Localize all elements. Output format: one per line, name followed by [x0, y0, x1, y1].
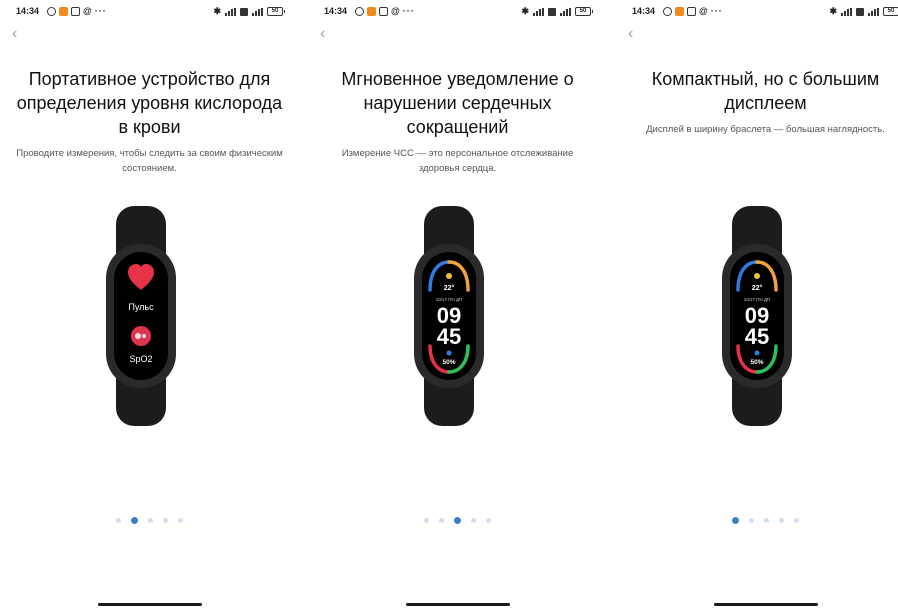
status-bar: 14:34 @ ··· ✱ 50: [16, 6, 285, 20]
page-subtitle: Дисплей в ширину браслета — большая нагл…: [646, 124, 885, 135]
clock-minutes: 45: [745, 324, 769, 349]
more-notifications-icon: ···: [94, 6, 107, 16]
signal-icon-2: [868, 7, 879, 16]
at-icon: @: [391, 6, 400, 16]
back-chevron-icon[interactable]: ‹: [628, 25, 633, 43]
page-dot[interactable]: [454, 517, 461, 524]
status-bar: 14:34 @ ··· ✱ 50: [632, 6, 898, 20]
page-dot[interactable]: [439, 518, 444, 523]
page-subtitle: Измерение ЧСС — это персональное отслежи…: [341, 148, 574, 174]
page-dot[interactable]: [471, 518, 476, 523]
page-dot[interactable]: [163, 518, 168, 523]
fitness-band-image: Пульс SpO2: [84, 206, 204, 426]
page-subtitle: Проводите измерения, чтобы следить за св…: [16, 148, 283, 174]
percent-label: 50%: [750, 359, 763, 366]
signal-icon-2: [560, 7, 571, 16]
page-dot[interactable]: [178, 518, 183, 523]
status-bar: 14:34 @ ··· ✱ 50: [324, 6, 593, 20]
page-indicator: [616, 517, 898, 524]
alarm-icon: [663, 7, 672, 16]
back-chevron-icon[interactable]: ‹: [12, 25, 17, 43]
instagram-icon: [379, 7, 388, 16]
page-title: Компактный, но с большим дисплеем: [651, 69, 880, 113]
temperature: 22°: [752, 284, 763, 292]
page-indicator: [308, 517, 607, 524]
fitness-band-image: 22° 10/17 ПН ДП 09 45 50%: [392, 206, 512, 426]
status-time: 14:34: [632, 6, 656, 16]
onboarding-screen-1: 14:34 @ ··· ✱ 50 ‹ Портативное устройств…: [0, 0, 299, 612]
app-notification-icon: [59, 6, 68, 16]
date-label: 10/17 ПН ДП: [436, 297, 463, 302]
date-label: 10/17 ПН ДП: [744, 297, 771, 302]
weather-icon: [754, 273, 760, 279]
page-dot[interactable]: [148, 518, 153, 523]
at-icon: @: [83, 6, 92, 16]
page-dot[interactable]: [424, 518, 429, 523]
sim-icon: [240, 7, 248, 16]
clock-minutes: 45: [437, 324, 461, 349]
page-dot[interactable]: [131, 517, 138, 524]
instagram-icon: [687, 7, 696, 16]
bluetooth-icon: ✱: [521, 6, 529, 16]
page-dot[interactable]: [749, 518, 754, 523]
page-dot[interactable]: [764, 518, 769, 523]
sim-icon: [856, 7, 864, 16]
more-notifications-icon: ···: [710, 6, 723, 16]
page-dot[interactable]: [779, 518, 784, 523]
instagram-icon: [71, 7, 80, 16]
signal-icon: [225, 7, 236, 16]
page-indicator: [0, 517, 299, 524]
onboarding-screen-3: 14:34 @ ··· ✱ 50 ‹ Компактный, но с боль…: [616, 0, 898, 612]
page-title: Портативное устройство для определения у…: [16, 69, 283, 137]
onboarding-screen-2: 14:34 @ ··· ✱ 50 ‹ Мгновенное уведомлени…: [308, 0, 607, 612]
percent-label: 50%: [442, 359, 455, 366]
signal-icon: [841, 7, 852, 16]
back-chevron-icon[interactable]: ‹: [320, 25, 325, 43]
app-notification-icon: [367, 6, 376, 16]
pulse-label: Пульс: [128, 302, 154, 312]
page-title: Мгновенное уведомление о нарушении серде…: [341, 69, 574, 137]
weather-icon: [446, 273, 452, 279]
status-time: 14:34: [16, 6, 40, 16]
page-dot[interactable]: [486, 518, 491, 523]
home-indicator[interactable]: [405, 603, 510, 606]
water-drop-icon: [446, 350, 452, 356]
app-notification-icon: [675, 6, 684, 16]
battery-icon: 50: [267, 7, 285, 16]
page-dot[interactable]: [116, 518, 121, 523]
temperature: 22°: [444, 284, 455, 292]
alarm-icon: [47, 7, 56, 16]
signal-icon: [533, 7, 544, 16]
battery-icon: 50: [575, 7, 593, 16]
spo2-label: SpO2: [129, 354, 152, 364]
battery-icon: 50: [883, 7, 898, 16]
at-icon: @: [699, 6, 708, 16]
page-dot[interactable]: [732, 517, 739, 524]
page-dot[interactable]: [794, 518, 799, 523]
home-indicator[interactable]: [713, 603, 818, 606]
bluetooth-icon: ✱: [829, 6, 837, 16]
signal-icon-2: [252, 7, 263, 16]
alarm-icon: [355, 7, 364, 16]
water-drop-icon: [754, 350, 760, 356]
fitness-band-image: 22° 10/17 ПН ДП 09 45 50%: [700, 206, 820, 426]
status-time: 14:34: [324, 6, 348, 16]
bluetooth-icon: ✱: [213, 6, 221, 16]
home-indicator[interactable]: [97, 603, 202, 606]
sim-icon: [548, 7, 556, 16]
more-notifications-icon: ···: [402, 6, 415, 16]
